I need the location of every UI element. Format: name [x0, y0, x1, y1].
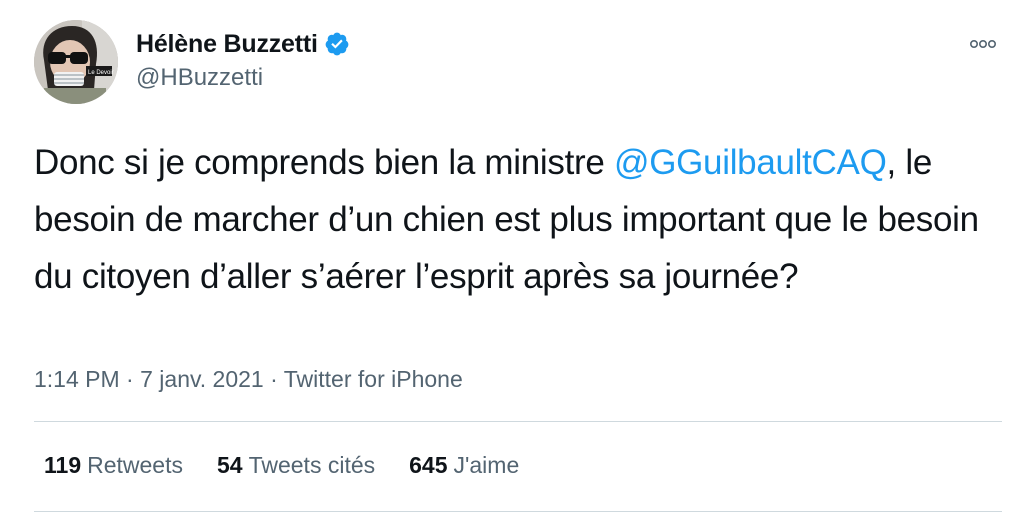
quotes-count: 54	[216, 452, 243, 478]
author-display-name[interactable]: Hélène Buzzetti	[136, 30, 318, 59]
quotes-stat[interactable]: 54 Tweets cités	[217, 452, 375, 479]
avatar-badge-text: Le Devoir	[88, 70, 114, 76]
retweets-count: 119	[44, 452, 82, 478]
mention-link[interactable]: @GGuilbaultCAQ	[614, 143, 887, 182]
author-name-row: Hélène Buzzetti	[136, 28, 350, 60]
author-handle[interactable]: @HBuzzetti	[136, 64, 350, 92]
tweet-text: Donc si je comprends bien la ministre @G…	[34, 134, 1009, 305]
tweet-source[interactable]: Twitter for iPhone	[284, 366, 463, 392]
tweet-text-part: Donc si je comprends bien la ministre	[34, 143, 614, 182]
retweets-stat[interactable]: 119 Retweets	[44, 452, 183, 479]
tweet-stats: 119 Retweets 54 Tweets cités 645 J'aime	[44, 452, 553, 479]
tweet-meta: 1:14 PM · 7 janv. 2021 · Twitter for iPh…	[34, 366, 463, 393]
divider	[34, 421, 1002, 422]
meta-separator: ·	[126, 366, 134, 392]
tweet-date[interactable]: 7 janv. 2021	[140, 366, 264, 392]
likes-label: J'aime	[453, 452, 520, 478]
author-block: Hélène Buzzetti @HBuzzetti	[136, 28, 350, 92]
retweets-label: Retweets	[87, 452, 183, 478]
more-options-icon[interactable]	[968, 36, 998, 52]
verified-badge-icon	[324, 31, 350, 57]
divider	[34, 511, 1002, 512]
likes-count: 645	[409, 452, 448, 478]
quotes-label: Tweets cités	[248, 452, 376, 478]
tweet-time[interactable]: 1:14 PM	[34, 366, 120, 392]
avatar[interactable]: Le Devoir	[34, 20, 118, 104]
tweet-card: Le Devoir Hélène Buzzetti @HBuzzetti Don…	[0, 0, 1036, 520]
meta-separator: ·	[270, 366, 278, 392]
likes-stat[interactable]: 645 J'aime	[409, 452, 519, 479]
